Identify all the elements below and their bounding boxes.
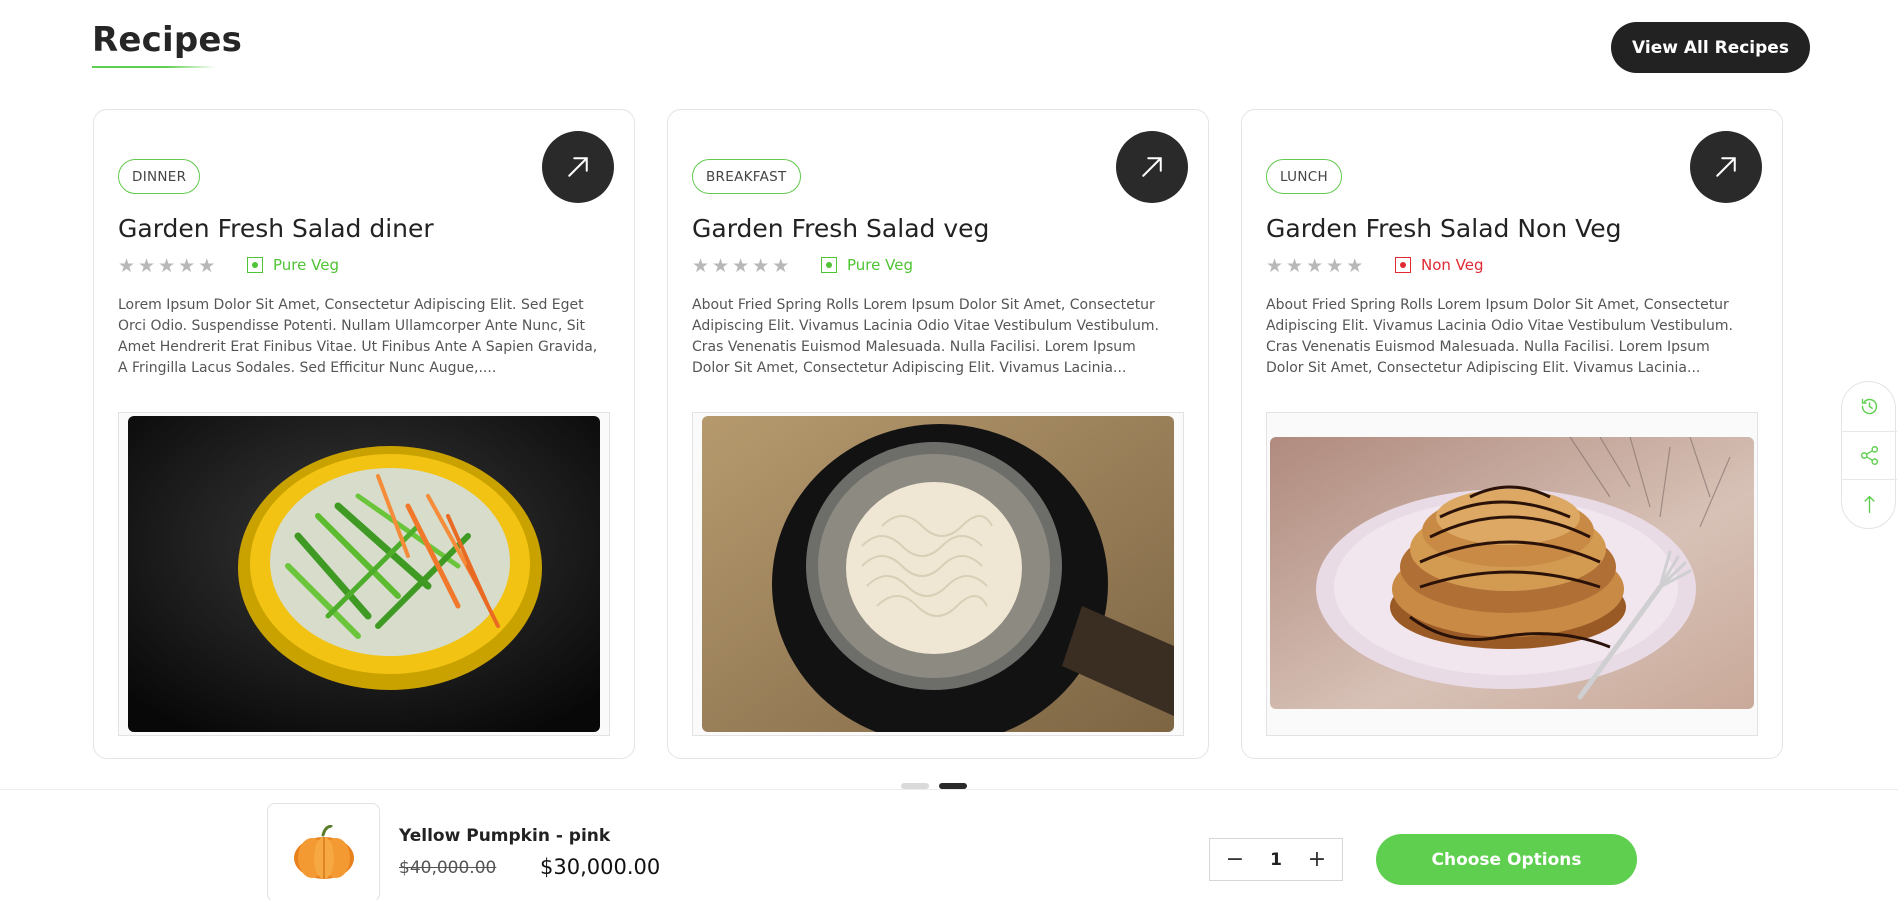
recipe-description: About Fried Spring Rolls Lorem Ipsum Dol… xyxy=(692,297,1159,376)
veg-mark-icon xyxy=(247,257,263,273)
decrease-quantity-button[interactable]: − xyxy=(1224,848,1246,871)
star-icon: ★ xyxy=(752,255,770,277)
product-thumbnail[interactable] xyxy=(267,803,380,900)
star-icon: ★ xyxy=(732,255,750,277)
recipe-title[interactable]: Garden Fresh Salad veg xyxy=(692,214,989,243)
star-icon: ★ xyxy=(1326,255,1344,277)
view-all-recipes-button[interactable]: View All Recipes xyxy=(1611,22,1810,73)
product-name: Yellow Pumpkin - pink xyxy=(399,826,611,846)
category-badge[interactable]: DINNER xyxy=(118,159,201,194)
open-recipe-button[interactable] xyxy=(1116,131,1188,203)
recipe-card[interactable]: BREAKFAST Garden Fresh Salad veg ★ ★ ★ ★ ★ P… xyxy=(667,109,1209,759)
star-rating: ★ ★ ★ ★ ★ xyxy=(118,256,215,276)
choose-options-button[interactable]: Choose Options xyxy=(1376,834,1637,885)
star-icon: ★ xyxy=(178,255,196,277)
increase-quantity-button[interactable]: + xyxy=(1306,848,1328,871)
recipe-image-frame xyxy=(118,412,610,736)
category-badge[interactable]: BREAKFAST xyxy=(692,159,801,194)
original-price: $40,000.00 xyxy=(399,858,497,878)
quantity-input[interactable] xyxy=(1256,849,1296,870)
star-icon: ★ xyxy=(158,255,176,277)
recipe-card[interactable]: LUNCH Garden Fresh Salad Non Veg ★ ★ ★ ★ ★ N… xyxy=(1241,109,1783,759)
star-icon: ★ xyxy=(712,255,730,277)
star-icon: ★ xyxy=(198,255,216,277)
pumpkin-image xyxy=(293,824,354,879)
floating-tools xyxy=(1841,381,1897,529)
recipe-image-frame xyxy=(692,412,1184,736)
star-icon: ★ xyxy=(1346,255,1364,277)
star-icon: ★ xyxy=(1306,255,1324,277)
history-button[interactable] xyxy=(1842,382,1897,431)
arrow-up-right-icon xyxy=(568,157,588,177)
star-icon: ★ xyxy=(138,255,156,277)
recipe-title[interactable]: Garden Fresh Salad Non Veg xyxy=(1266,214,1622,243)
recipe-description: About Fried Spring Rolls Lorem Ipsum Dol… xyxy=(1266,297,1733,376)
diet-label: Pure Veg xyxy=(273,256,339,274)
star-rating: ★ ★ ★ ★ ★ xyxy=(1266,256,1363,276)
diet-label: Pure Veg xyxy=(847,256,913,274)
quantity-stepper: − + xyxy=(1209,838,1343,881)
recipe-title[interactable]: Garden Fresh Salad diner xyxy=(118,214,434,243)
recipe-image[interactable] xyxy=(128,416,600,732)
history-icon xyxy=(1861,398,1878,415)
arrow-up-right-icon xyxy=(1142,157,1162,177)
nonveg-mark-icon xyxy=(1395,257,1411,273)
scroll-top-button[interactable] xyxy=(1842,480,1897,529)
share-button[interactable] xyxy=(1842,431,1897,480)
veg-mark-icon xyxy=(821,257,837,273)
star-icon: ★ xyxy=(1266,255,1284,277)
recipe-image-frame xyxy=(1266,412,1758,736)
category-badge[interactable]: LUNCH xyxy=(1266,159,1342,194)
recipe-image[interactable] xyxy=(1270,437,1754,709)
star-rating: ★ ★ ★ ★ ★ xyxy=(692,256,789,276)
share-icon xyxy=(1860,446,1879,465)
title-underline xyxy=(92,66,216,68)
star-icon: ★ xyxy=(772,255,790,277)
sticky-cart-bar: Yellow Pumpkin - pink $40,000.00 $30,000… xyxy=(0,789,1898,900)
star-icon: ★ xyxy=(118,255,136,277)
open-recipe-button[interactable] xyxy=(542,131,614,203)
open-recipe-button[interactable] xyxy=(1690,131,1762,203)
section-title: Recipes xyxy=(92,20,243,60)
star-icon: ★ xyxy=(1286,255,1304,277)
recipe-card[interactable]: DINNER Garden Fresh Salad diner ★ ★ ★ ★ ★ Pu… xyxy=(93,109,635,759)
diet-indicator: Pure Veg xyxy=(247,256,339,274)
arrow-up-icon xyxy=(1864,495,1875,514)
sale-price: $30,000.00 xyxy=(540,855,661,879)
diet-indicator: Pure Veg xyxy=(821,256,913,274)
arrow-up-right-icon xyxy=(1716,157,1736,177)
star-icon: ★ xyxy=(692,255,710,277)
recipe-image[interactable] xyxy=(702,416,1174,732)
diet-label: Non Veg xyxy=(1421,256,1484,274)
diet-indicator: Non Veg xyxy=(1395,256,1484,274)
recipe-description: Lorem Ipsum Dolor Sit Amet, Consectetur … xyxy=(118,297,598,376)
